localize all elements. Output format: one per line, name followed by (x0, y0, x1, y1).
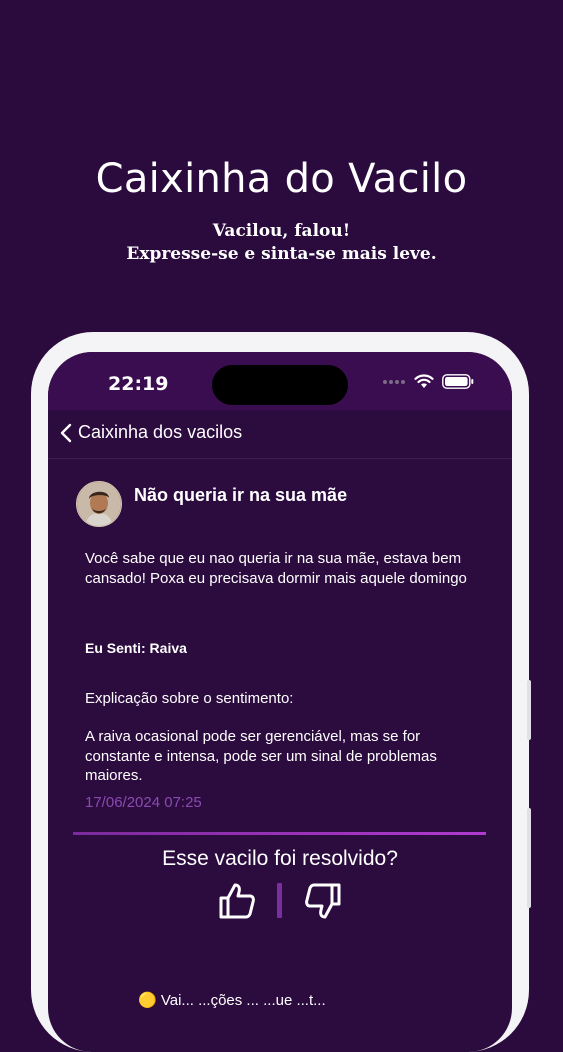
promo-subtitle-line2: Expresse-se e sinta-se mais leve. (126, 244, 437, 264)
wifi-icon (414, 374, 434, 388)
status-bar: 22:19 (48, 352, 512, 410)
thumbs-down-icon[interactable] (303, 881, 343, 921)
vote-separator (277, 883, 282, 918)
phone-side-button (527, 808, 531, 908)
resolution-question: Esse vacilo foi resolvido? (162, 847, 398, 870)
post-title: Não queria ir na sua mãe (134, 485, 348, 505)
explanation-text: A raiva ocasional pode ser gerenciável, … (85, 728, 437, 784)
promo-subtitle: Vacilou, falou! Expresse-se e sinta-se m… (0, 220, 563, 266)
signal-dots-icon (383, 379, 405, 384)
phone-side-button (527, 680, 531, 740)
thumbs-up-icon[interactable] (217, 881, 257, 921)
post-body: Você sabe que eu nao queria ir na sua mã… (85, 550, 467, 587)
status-icons (382, 374, 474, 389)
nav-bar: Caixinha dos vacilos (48, 410, 512, 459)
app-screen: 22:19 Caixinha dos vacilos Não queria ir… (48, 352, 512, 1052)
avatar (76, 481, 122, 527)
vote-row (48, 877, 512, 927)
divider (73, 832, 486, 835)
feeling-label: Eu Senti: Raiva (85, 640, 187, 656)
chevron-left-icon (60, 423, 72, 442)
post-timestamp: 17/06/2024 07:25 (85, 794, 202, 811)
back-button-label: Caixinha dos vacilos (78, 422, 243, 442)
promo-subtitle-line1: Vacilou, falou! (212, 221, 351, 241)
dynamic-island (212, 365, 348, 405)
promo-title: Caixinha do Vacilo (95, 156, 468, 202)
status-time: 22:19 (108, 373, 169, 395)
explanation-label: Explicação sobre o sentimento: (85, 690, 294, 707)
back-button[interactable]: Caixinha dos vacilos (60, 422, 242, 443)
bottom-partial-text: 🟡 Vai... ...ções ... ...ue ...t... (138, 992, 326, 1009)
battery-icon (442, 374, 474, 389)
